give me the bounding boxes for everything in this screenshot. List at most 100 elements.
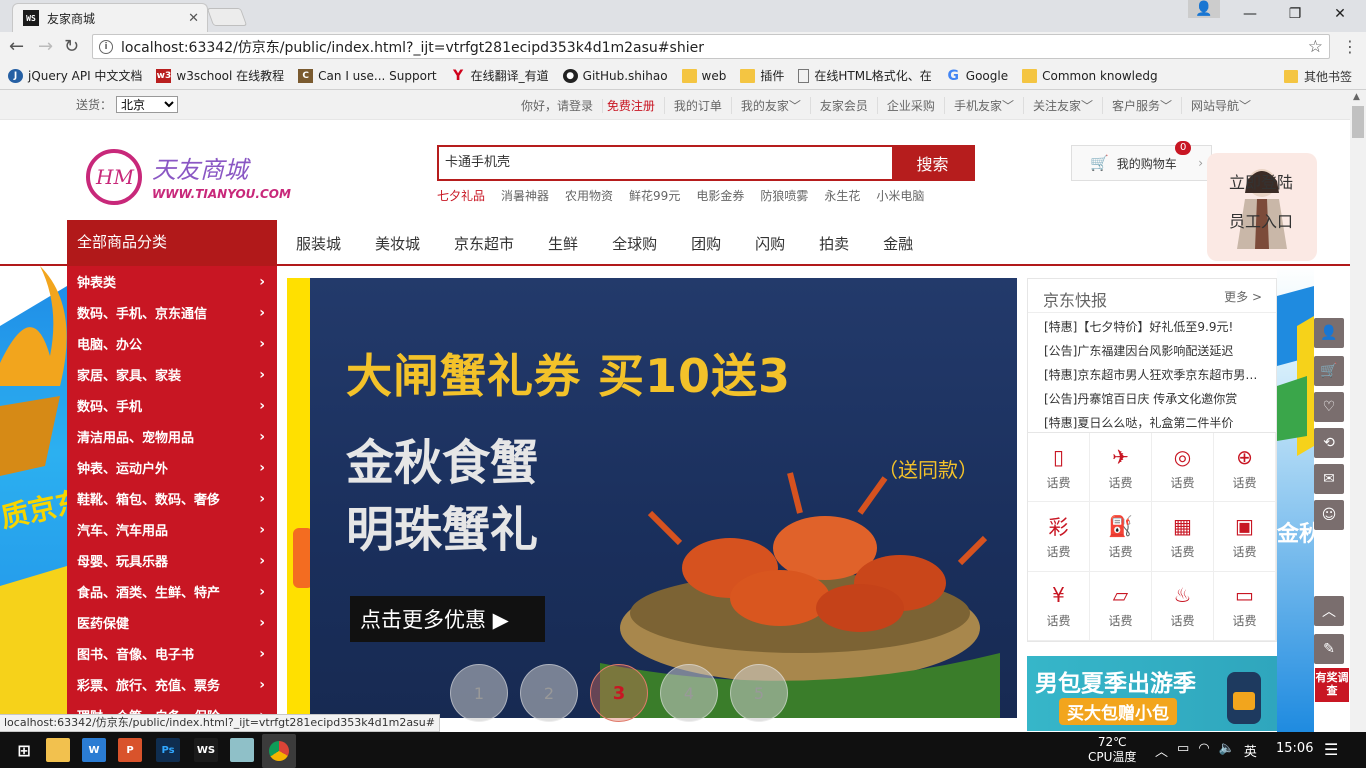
city-select[interactable]: 北京 xyxy=(116,96,179,113)
top-link[interactable]: 客户服务﹀ xyxy=(1103,97,1182,114)
login-area[interactable]: 你好，请登录 免费注册 xyxy=(503,97,665,114)
feedback-icon[interactable]: ✎ xyxy=(1314,634,1344,664)
chevron-up-icon[interactable]: ︿ xyxy=(1155,741,1168,760)
banner-cta-button[interactable]: 点击更多优惠 ▶ xyxy=(350,596,545,642)
bookmark-item[interactable]: w3 w3school 在线教程 xyxy=(156,67,284,84)
notification-icon[interactable]: ☰ xyxy=(1324,740,1338,759)
category-item[interactable]: 汽车、汽车用品 › xyxy=(67,514,277,545)
nav-item[interactable]: 美妆城 xyxy=(375,233,420,254)
forward-icon[interactable]: → xyxy=(38,36,53,57)
bookmark-folder[interactable]: Common knowledg xyxy=(1022,68,1158,83)
mascot-login-widget[interactable]: 立即登陆 员工入口 xyxy=(1207,153,1317,261)
category-item[interactable]: 医药保健 › xyxy=(67,607,277,638)
bookmark-star-icon[interactable]: ☆ xyxy=(1308,37,1323,57)
photoshop-icon[interactable]: Ps xyxy=(156,738,180,762)
category-item[interactable]: 数码、手机、京东通信 › xyxy=(67,297,277,328)
bookmark-folder[interactable]: 插件 xyxy=(740,67,784,84)
service-item[interactable]: ✈ 话费 xyxy=(1090,433,1152,503)
word-icon[interactable]: W xyxy=(82,738,106,762)
bookmark-item[interactable]: C Can I use... Support xyxy=(298,68,437,83)
service-item[interactable]: ▭ 话费 xyxy=(1214,571,1276,641)
hot-word[interactable]: 消暑神器 xyxy=(501,187,549,204)
carousel-dot[interactable]: 4 xyxy=(660,664,718,722)
service-item[interactable]: ⛽ 话费 xyxy=(1090,502,1152,572)
nav-item[interactable]: 拍卖 xyxy=(819,233,849,254)
hot-word[interactable]: 永生花 xyxy=(824,187,860,204)
survey-button[interactable]: 有奖调查 xyxy=(1315,668,1349,702)
category-item[interactable]: 图书、音像、电子书 › xyxy=(67,638,277,669)
news-more-link[interactable]: 更多 > xyxy=(1224,288,1262,305)
category-item[interactable]: 钟表、运动户外 › xyxy=(67,452,277,483)
bookmark-item[interactable]: G Google xyxy=(946,68,1009,84)
notepad-icon[interactable] xyxy=(230,738,254,762)
top-link[interactable]: 关注友家﹀ xyxy=(1024,97,1103,114)
service-item[interactable]: ▣ 话费 xyxy=(1214,502,1276,572)
tab-close-icon[interactable]: ✕ xyxy=(188,11,199,26)
news-item[interactable]: [公告]广东福建因台风影响配送延迟 xyxy=(1044,339,1269,363)
top-link[interactable]: 手机友家﹀ xyxy=(945,97,1024,114)
category-item[interactable]: 电脑、办公 › xyxy=(67,328,277,359)
service-item[interactable]: ▯ 话费 xyxy=(1028,433,1090,503)
hot-word[interactable]: 防狼喷雾 xyxy=(760,187,808,204)
profile-icon[interactable]: 👤 xyxy=(1188,0,1220,18)
volume-icon[interactable]: 🔈 xyxy=(1219,741,1235,760)
back-icon[interactable]: ← xyxy=(9,36,24,57)
top-link[interactable]: 网站导航﹀ xyxy=(1182,97,1260,114)
service-item[interactable]: ♨ 话费 xyxy=(1152,571,1214,641)
cart-side-icon[interactable]: 🛒 xyxy=(1314,356,1344,386)
restore-icon[interactable]: ❐ xyxy=(1273,0,1317,28)
address-url[interactable]: localhost:63342/仿京东/public/index.html?_i… xyxy=(121,37,1308,57)
windows-start-icon[interactable]: ⊞ xyxy=(12,738,36,762)
reload-icon[interactable]: ↻ xyxy=(64,36,79,57)
service-item[interactable]: ▱ 话费 xyxy=(1090,571,1152,641)
battery-icon[interactable]: ▭ xyxy=(1177,741,1189,760)
nav-item[interactable]: 闪购 xyxy=(755,233,785,254)
category-item[interactable]: 鞋靴、箱包、数码、奢侈 › xyxy=(67,483,277,514)
scroll-up-icon[interactable]: ▲ xyxy=(1353,92,1360,102)
browser-menu-icon[interactable]: ⋮ xyxy=(1342,37,1358,56)
service-item[interactable]: ⊕ 话费 xyxy=(1214,433,1276,503)
service-item[interactable]: ◎ 话费 xyxy=(1152,433,1214,503)
user-icon[interactable]: 👤 xyxy=(1314,318,1344,348)
cart-button[interactable]: 🛒 我的购物车 0 › xyxy=(1071,141,1212,181)
search-input[interactable]: 卡通手机壳 xyxy=(439,147,892,179)
bookmark-item[interactable]: 在线HTML格式化、在 xyxy=(798,67,932,84)
powerpoint-icon[interactable]: P xyxy=(118,738,142,762)
login-link[interactable]: 你好，请登录 xyxy=(512,99,604,113)
history-icon[interactable]: ⟲ xyxy=(1314,428,1344,458)
chrome-taskbar-item[interactable] xyxy=(262,734,296,768)
hot-word[interactable]: 电影金券 xyxy=(696,187,744,204)
ime-indicator[interactable]: 英 xyxy=(1244,741,1257,760)
bookmark-item[interactable]: ● GitHub.shihao xyxy=(562,68,668,83)
back-to-top-icon[interactable]: ︿ xyxy=(1314,596,1344,626)
webstorm-icon[interactable]: WS xyxy=(194,738,218,762)
page-scrollbar[interactable] xyxy=(1350,90,1366,732)
window-close-icon[interactable]: ✕ xyxy=(1318,0,1362,28)
news-item[interactable]: [公告]丹寨馆百日庆 传承文化邀你赏 xyxy=(1044,387,1269,411)
promo-banner[interactable]: 男包夏季出游季 买大包赠小包 xyxy=(1027,656,1277,731)
service-item[interactable]: 彩话费 xyxy=(1028,502,1090,572)
category-item[interactable]: 母婴、玩具乐器 › xyxy=(67,545,277,576)
top-link[interactable]: 我的订单 xyxy=(665,97,732,114)
category-item[interactable]: 数码、手机 › xyxy=(67,390,277,421)
all-categories-button[interactable]: 全部商品分类 xyxy=(67,220,277,265)
file-explorer-icon[interactable] xyxy=(46,738,70,762)
service-icon[interactable]: ☺ xyxy=(1314,500,1344,530)
carousel-dot[interactable]: 5 xyxy=(730,664,788,722)
banner-carousel[interactable]: 大闸蟹礼券 买10送3 金秋食蟹 明珠蟹礼 （送同款） 点击更多优惠 ▶ xyxy=(287,278,1017,718)
top-link[interactable]: 企业采购 xyxy=(878,97,945,114)
nav-item[interactable]: 京东超市 xyxy=(454,233,514,254)
category-item[interactable]: 彩票、旅行、充值、票务 › xyxy=(67,669,277,700)
bookmark-folder[interactable]: web xyxy=(681,68,726,83)
new-tab-button[interactable] xyxy=(206,8,248,26)
browser-tab[interactable]: WS 友家商城 ✕ xyxy=(12,3,208,32)
bookmark-item[interactable]: Y 在线翻译_有道 xyxy=(451,67,549,84)
top-link[interactable]: 我的友家﹀ xyxy=(732,97,811,114)
carousel-dot-active[interactable]: 3 xyxy=(590,664,648,722)
register-link[interactable]: 免费注册 xyxy=(607,99,655,113)
hot-word[interactable]: 七夕礼品 xyxy=(437,187,485,204)
favorite-icon[interactable]: ♡ xyxy=(1314,392,1344,422)
bookmark-item[interactable]: JjQuery API 中文文档 xyxy=(8,67,142,84)
other-bookmarks[interactable]: 其他书签 xyxy=(1283,68,1352,85)
service-item[interactable]: ▦ 话费 xyxy=(1152,502,1214,572)
